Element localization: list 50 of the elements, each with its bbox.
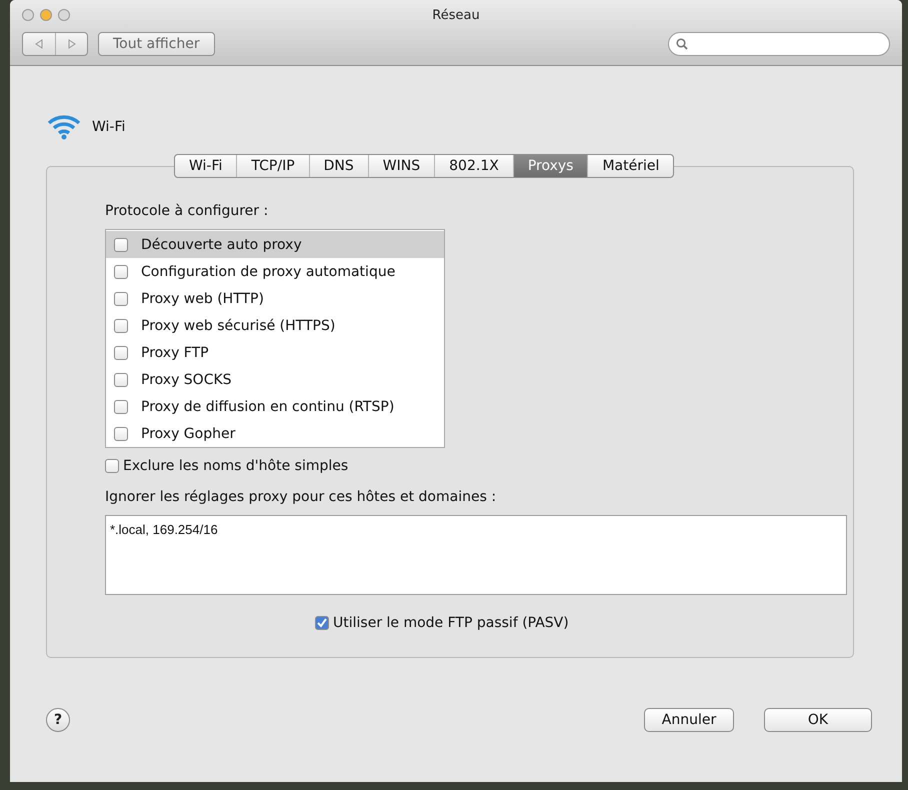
protocol-row[interactable]: Proxy web (HTTP) (106, 285, 444, 312)
checkbox[interactable] (114, 238, 128, 252)
minimize-button[interactable] (40, 9, 52, 21)
checkbox[interactable] (114, 264, 128, 278)
help-button[interactable]: ? (46, 708, 70, 732)
show-all-button[interactable]: Tout afficher (98, 32, 215, 56)
section-label: Protocole à configurer : (105, 203, 270, 219)
tab[interactable]: WINS (368, 155, 434, 177)
protocol-row[interactable]: Proxy FTP (106, 339, 444, 366)
protocol-row[interactable]: Proxy web sécurisé (HTTPS) (106, 312, 444, 339)
interface-name: Wi-Fi (92, 119, 126, 135)
protocol-label: Découverte auto proxy (141, 236, 302, 252)
search-field[interactable] (668, 32, 890, 56)
close-button[interactable] (22, 9, 34, 21)
checkbox[interactable] (114, 372, 128, 386)
tab[interactable]: DNS (308, 155, 368, 177)
protocol-label: Proxy FTP (141, 344, 209, 360)
protocol-row[interactable]: Découverte auto proxy (106, 231, 444, 258)
checkbox[interactable] (114, 400, 128, 414)
checkbox[interactable] (105, 459, 119, 473)
protocol-label: Proxy Gopher (141, 426, 236, 442)
protocol-label: Proxy SOCKS (141, 372, 232, 388)
checkbox-label: Exclure les noms d'hôte simples (123, 458, 348, 474)
right-triangle-icon (66, 39, 76, 49)
protocol-label: Proxy de diffusion en continu (RTSP) (141, 398, 394, 414)
tab[interactable]: TCP/IP (236, 155, 309, 177)
checkbox[interactable] (114, 426, 128, 440)
cancel-button[interactable]: Annuler (644, 708, 734, 732)
checkbox-label: Utiliser le mode FTP passif (PASV) (333, 615, 569, 631)
checkbox[interactable] (114, 292, 128, 306)
left-triangle-icon (34, 39, 44, 49)
protocol-label: Proxy web (HTTP) (141, 290, 264, 306)
window-title: Réseau (432, 8, 480, 22)
tab[interactable]: Wi-Fi (175, 155, 236, 177)
protocol-row[interactable]: Proxy de diffusion en continu (RTSP) (106, 393, 444, 420)
back-forward-control[interactable] (22, 32, 88, 56)
zoom-button[interactable] (58, 9, 70, 21)
checkbox[interactable] (114, 346, 128, 360)
tab[interactable]: Matériel (587, 155, 674, 177)
protocol-row[interactable]: Proxy SOCKS (106, 366, 444, 393)
protocol-label: Configuration de proxy automatique (141, 264, 396, 280)
section-label: Ignorer les réglages proxy pour ces hôtes et domaines : (105, 489, 496, 505)
checkbox[interactable] (114, 318, 128, 332)
protocol-row[interactable]: Configuration de proxy automatique (106, 258, 444, 285)
tab[interactable]: Proxys (512, 155, 588, 177)
protocol-row[interactable]: Proxy Gopher (106, 420, 444, 447)
ok-button[interactable]: OK (764, 708, 872, 732)
protocol-label: Proxy web sécurisé (HTTPS) (141, 318, 336, 334)
checkbox[interactable] (315, 616, 329, 630)
bypass-hosts-field[interactable]: *.local, 169.254/16 (105, 515, 847, 595)
